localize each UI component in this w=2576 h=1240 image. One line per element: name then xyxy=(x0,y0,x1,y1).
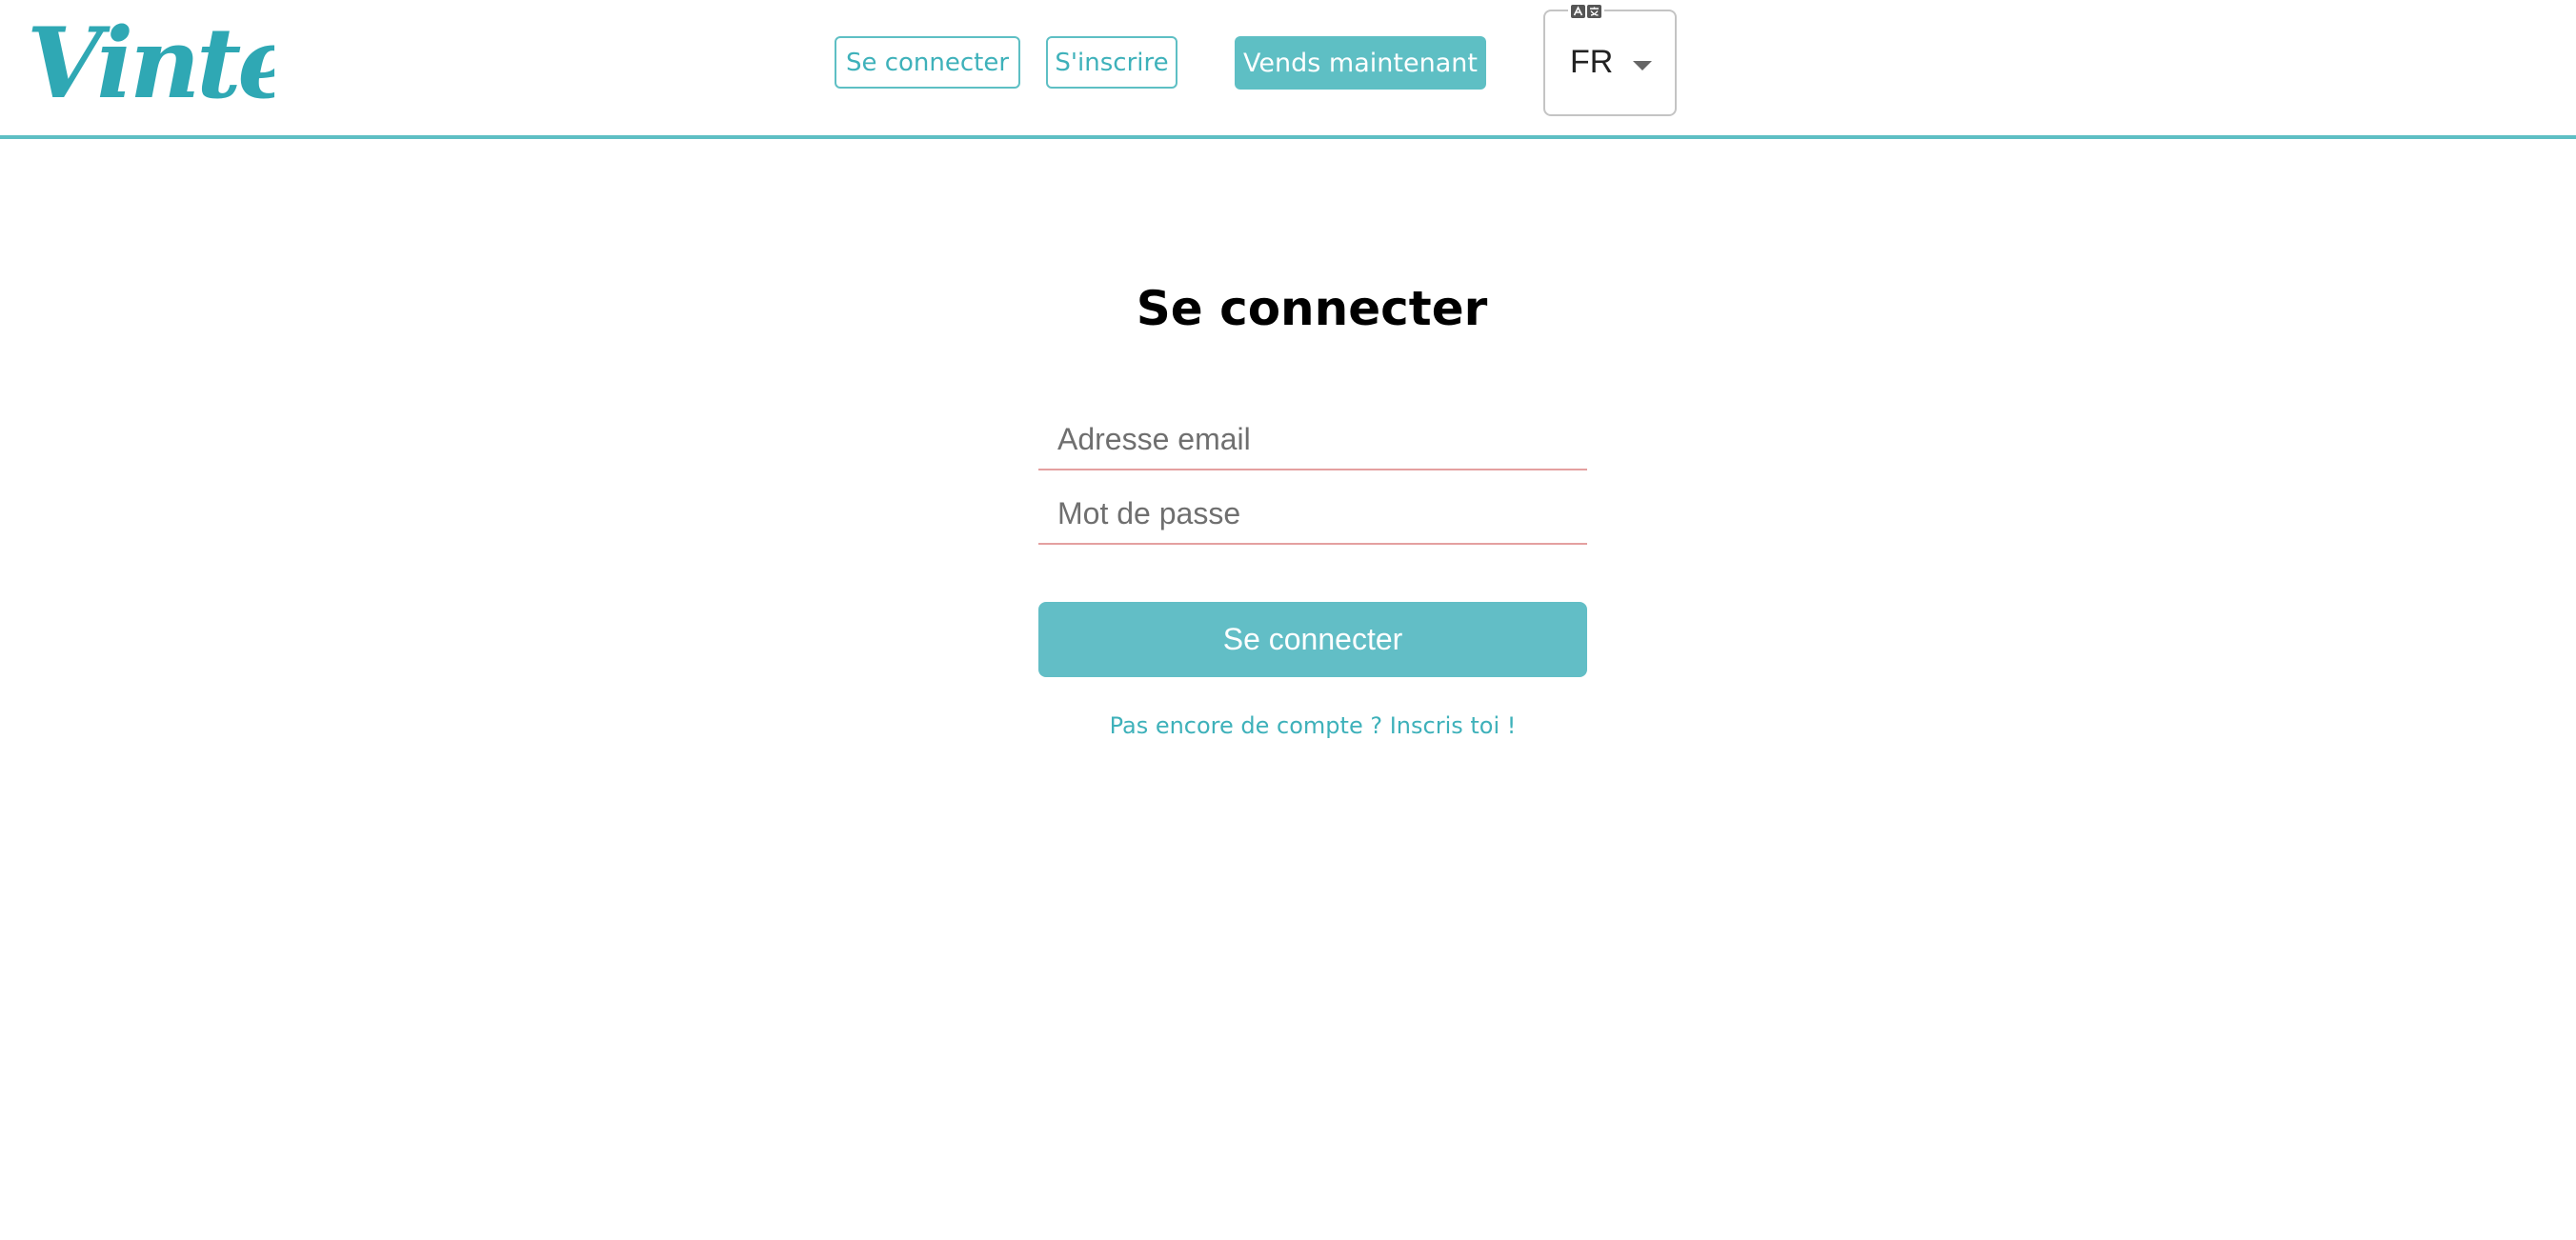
email-field[interactable] xyxy=(1038,410,1587,470)
chevron-down-icon xyxy=(1633,61,1652,70)
top-header: Vinted Se connecter S'inscrire Vends mai… xyxy=(0,0,2576,139)
sell-now-button[interactable]: Vends maintenant xyxy=(1235,36,1486,90)
login-submit-button[interactable]: Se connecter xyxy=(1038,602,1587,677)
header-signup-button[interactable]: S'inscrire xyxy=(1046,36,1177,89)
language-select[interactable]: FR xyxy=(1543,3,1677,116)
password-field[interactable] xyxy=(1038,484,1587,545)
page-title: Se connecter xyxy=(1136,281,1488,336)
translate-icon xyxy=(1568,3,1604,20)
vinted-logo[interactable]: Vinted xyxy=(27,6,366,121)
logo-text: Vinted xyxy=(27,7,274,112)
language-selected-value: FR xyxy=(1570,44,1614,80)
signup-link[interactable]: Pas encore de compte ? Inscris toi ! xyxy=(1038,712,1587,739)
header-login-button[interactable]: Se connecter xyxy=(835,36,1020,89)
